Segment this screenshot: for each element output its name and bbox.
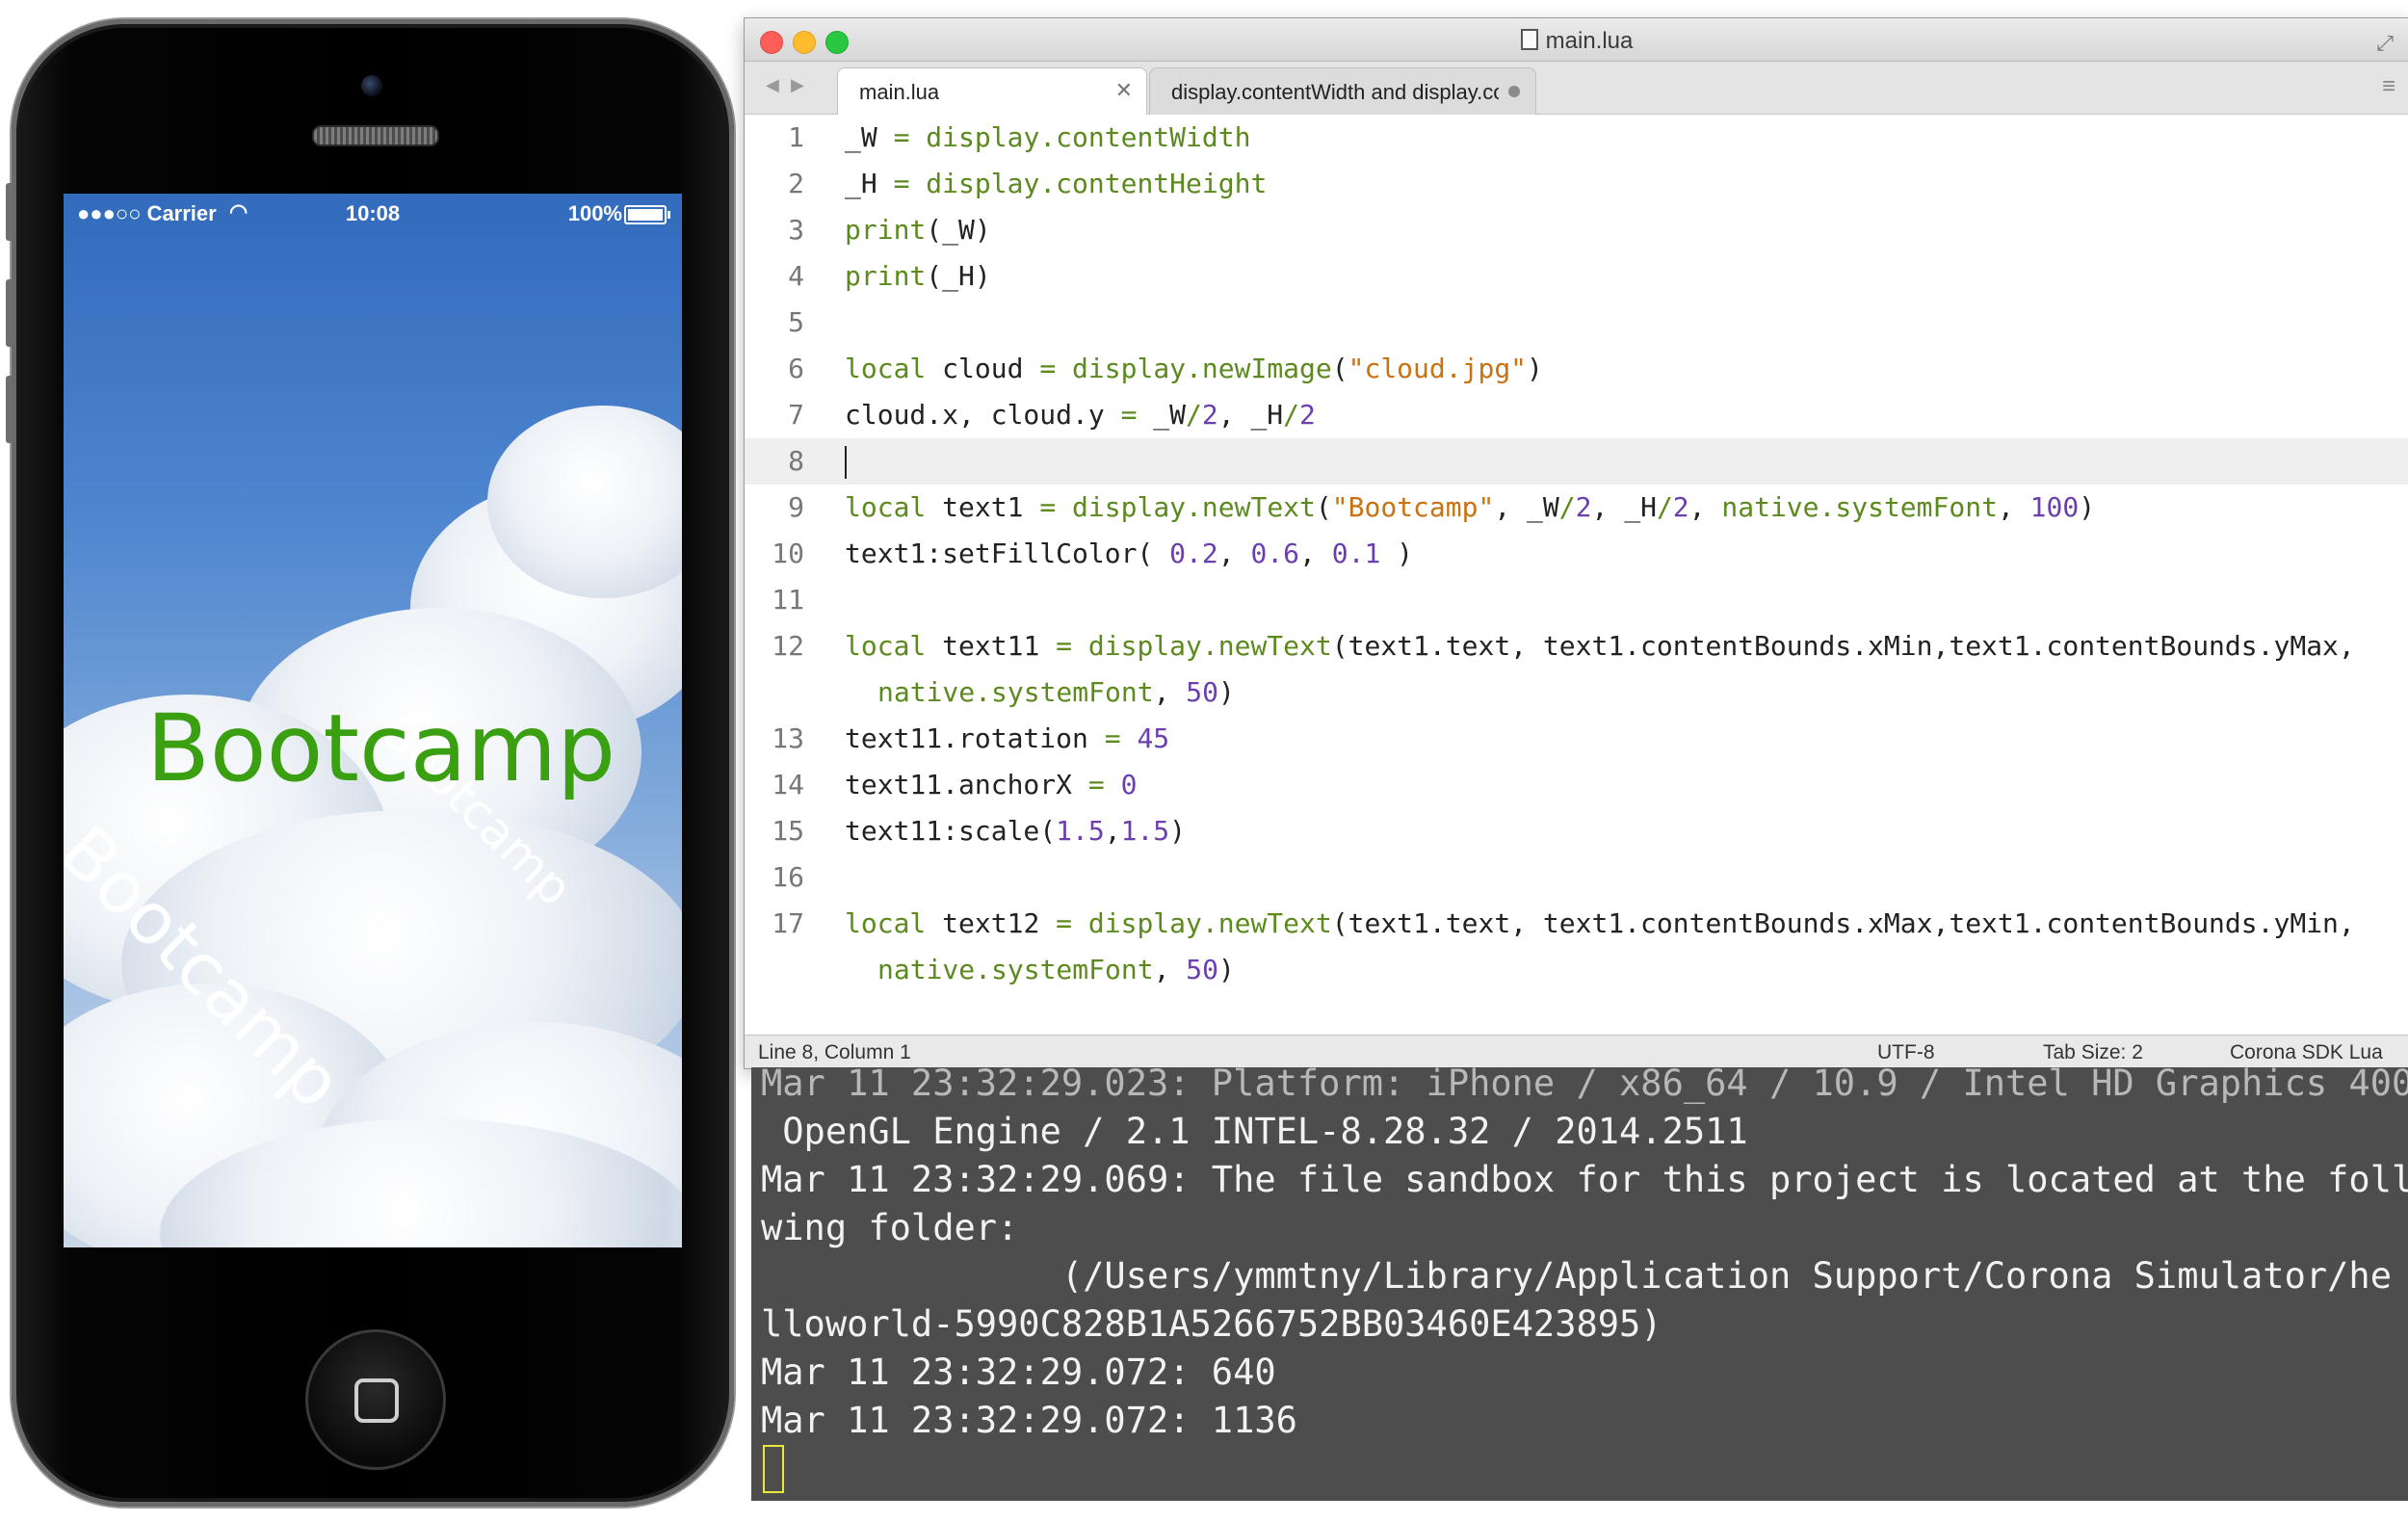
volume-down-button (6, 376, 13, 443)
console-line: Mar 11 23:32:29.072: 640 (761, 1351, 1276, 1393)
document-icon (1520, 29, 1538, 50)
code-line: 17 local text12 = display.newText(text1.t… (772, 907, 2355, 939)
battery-icon (624, 205, 670, 224)
code-line-current: 8 (745, 438, 2408, 485)
forward-arrow-icon[interactable]: ▶ (791, 75, 804, 95)
code-line: 16 (772, 861, 804, 893)
console-line: (/Users/ymmtny/Library/Application Suppo… (761, 1255, 2392, 1297)
simulator-console[interactable]: Mar 11 23:32:29.023: Platform: iPhone / … (751, 1067, 2408, 1501)
code-line: 11 (772, 584, 804, 616)
console-cursor (763, 1445, 784, 1493)
mute-switch (6, 183, 13, 241)
code-line: 5 (788, 306, 804, 338)
encoding-label[interactable]: UTF-8 (1877, 1041, 1935, 1064)
iphone-simulator: ●●●○○ Carrier ◠ 10:08 100% Bootcamp Boot… (6, 19, 734, 1507)
code-line: 6 local cloud = display.newImage("cloud.j… (788, 353, 1543, 384)
console-line: OpenGL Engine / 2.1 INTEL-8.28.32 / 2014… (761, 1111, 1748, 1152)
code-line: 14 text11.anchorX = 0 (772, 769, 1138, 800)
tab-bar: ◀ ▶ main.lua ✕ display.contentWidth and … (745, 62, 2408, 115)
tab-size-label[interactable]: Tab Size: 2 (2043, 1041, 2143, 1064)
close-tab-icon[interactable]: ✕ (1115, 78, 1133, 103)
code-line: 7 cloud.x, cloud.y = _W/2, _H/2 (788, 399, 1316, 431)
menu-icon[interactable]: ≡ (2382, 73, 2395, 100)
code-line: native.systemFont, 50) (877, 954, 1235, 985)
code-line: native.systemFont, 50) (877, 676, 1235, 708)
code-line: 2 _H = display.contentHeight (788, 168, 1268, 199)
volume-up-button (6, 279, 13, 347)
code-line: 1 _W = display.contentWidth (788, 121, 1251, 153)
console-line: Mar 11 23:32:29.072: 1136 (761, 1400, 1297, 1441)
code-line: 13 text11.rotation = 45 (772, 722, 1170, 754)
code-line: 4 print(_H) (788, 260, 991, 292)
battery-percent: 100% (567, 201, 622, 225)
console-line: Mar 11 23:32:29.023: Platform: iPhone / … (761, 1067, 2408, 1104)
back-arrow-icon[interactable]: ◀ (766, 75, 779, 95)
title-bar: main.lua ⤢ (745, 18, 2408, 62)
code-line: 12 local text11 = display.newText(text1.t… (772, 630, 2355, 662)
code-line: 3 print(_W) (788, 214, 991, 246)
syntax-label[interactable]: Corona SDK Lua (2230, 1041, 2383, 1064)
editor-status-bar: Line 8, Column 1 UTF-8 Tab Size: 2 Coron… (745, 1035, 2408, 1068)
tab-docs[interactable]: display.contentWidth and display.content… (1149, 67, 1536, 115)
console-line: Mar 11 23:32:29.069: The file sandbox fo… (761, 1159, 2408, 1200)
main-text: Bootcamp (146, 695, 616, 802)
console-line: lloworld-5990C828B1A5266752BB03460E42389… (761, 1303, 1662, 1345)
unsaved-dot-icon[interactable] (1508, 86, 1520, 97)
home-square-icon (354, 1378, 399, 1423)
window-title: main.lua (745, 28, 2408, 55)
cursor-position[interactable]: Line 8, Column 1 (758, 1041, 911, 1064)
tab-main-lua[interactable]: main.lua ✕ (837, 67, 1147, 115)
console-line: wing folder: (761, 1207, 1019, 1248)
code-line: 15 text11:scale(1.5,1.5) (772, 815, 1187, 847)
home-button[interactable] (305, 1329, 446, 1470)
text-caret (845, 446, 847, 479)
code-editor[interactable]: 1 _W = display.contentWidth 2 _H = display… (745, 115, 2408, 1036)
ios-status-bar: ●●●○○ Carrier ◠ 10:08 100% (64, 194, 682, 236)
earpiece-speaker (312, 125, 439, 146)
front-camera (361, 75, 382, 96)
fullscreen-icon[interactable]: ⤢ (2376, 31, 2394, 56)
code-line: 9 local text1 = display.newText("Bootcamp… (788, 491, 2096, 523)
code-line: 10 text1:setFillColor( 0.2, 0.6, 0.1 ) (772, 538, 1414, 569)
editor-window: main.lua ⤢ ◀ ▶ main.lua ✕ display.conten… (744, 17, 2408, 1069)
simulator-screen[interactable]: ●●●○○ Carrier ◠ 10:08 100% Bootcamp Boot… (64, 194, 682, 1247)
